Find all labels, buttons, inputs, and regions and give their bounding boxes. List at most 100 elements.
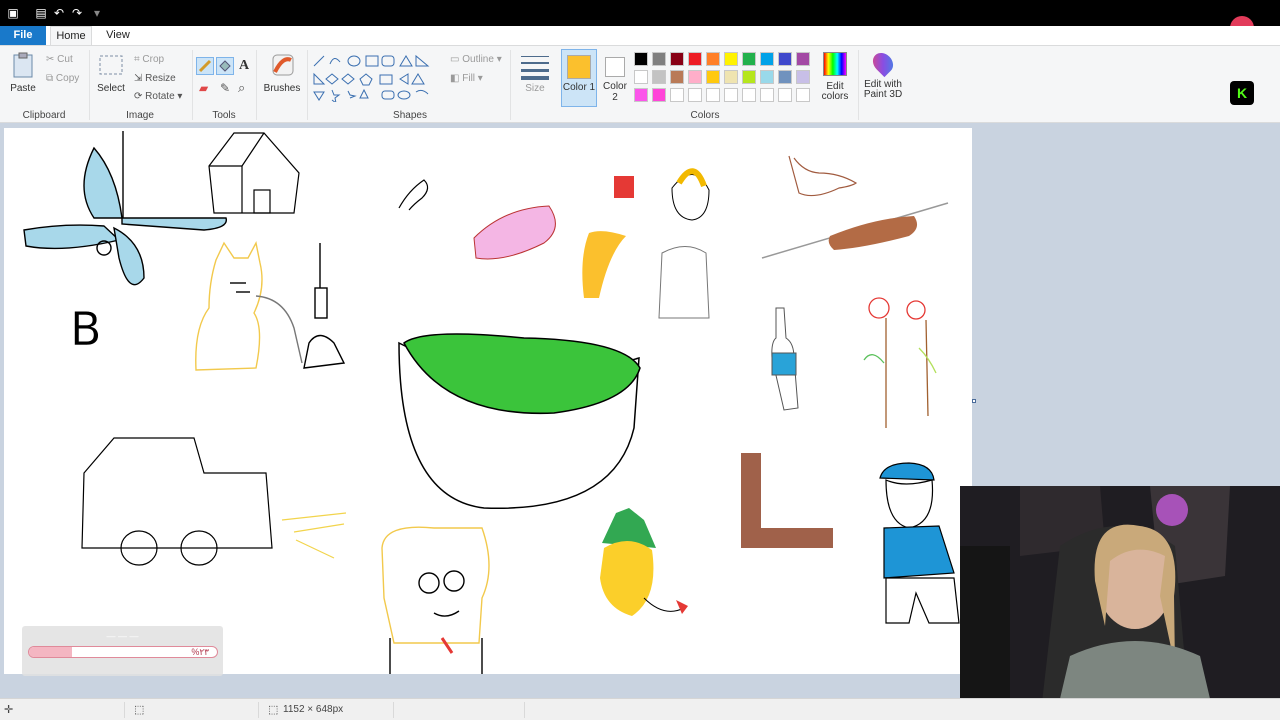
fill-label: Fill xyxy=(462,73,476,84)
palette-swatch[interactable] xyxy=(742,88,756,102)
palette-swatch[interactable] xyxy=(796,70,810,84)
eraser-tool-icon[interactable]: ▰ xyxy=(199,81,208,95)
tab-home[interactable]: Home xyxy=(50,26,92,45)
palette-swatch[interactable] xyxy=(634,70,648,84)
palette-swatch[interactable] xyxy=(760,70,774,84)
divider xyxy=(192,50,193,120)
palette-swatch[interactable] xyxy=(688,52,702,66)
brush-icon xyxy=(272,54,294,76)
palette-swatch[interactable] xyxy=(706,52,720,66)
progress-fill xyxy=(29,647,73,657)
divider xyxy=(124,702,125,718)
redo-icon[interactable]: ↷ xyxy=(70,6,84,20)
resize-label: Resize xyxy=(145,73,176,84)
tools-group-label: Tools xyxy=(212,110,236,121)
palette-swatch[interactable] xyxy=(670,88,684,102)
edit-with-paint3d-button[interactable]: Edit with Paint 3D xyxy=(860,48,906,100)
color1-swatch xyxy=(567,55,591,79)
red-jar-drawing xyxy=(614,176,634,198)
color1-button[interactable]: Color 1 xyxy=(561,49,597,107)
palette-swatch[interactable] xyxy=(742,52,756,66)
resize-button[interactable]: ⇲ Resize xyxy=(134,73,176,84)
text-tool[interactable]: A xyxy=(239,58,249,74)
undo-icon[interactable]: ↶ xyxy=(52,6,66,20)
copy-label: Copy xyxy=(55,73,80,84)
rotate-button[interactable]: ⟳ Rotate ▾ xyxy=(134,91,182,102)
pencil-tool[interactable] xyxy=(196,57,214,75)
drawings: B xyxy=(23,131,960,674)
ribbon-tabs: File Home View xyxy=(0,26,1280,45)
shapes-group-label: Shapes xyxy=(393,110,427,121)
palette-swatch[interactable] xyxy=(778,88,792,102)
color-wheel-icon xyxy=(823,52,847,76)
canvas-resize-handle[interactable] xyxy=(972,399,976,403)
palette-swatch[interactable] xyxy=(706,88,720,102)
clipboard-group-label: Clipboard xyxy=(22,110,66,121)
cut-button[interactable]: ✂ Cut xyxy=(46,54,73,65)
palette-swatch[interactable] xyxy=(634,52,648,66)
palette-swatch[interactable] xyxy=(760,52,774,66)
copy-button[interactable]: ⧉ Copy xyxy=(46,73,79,84)
keychain-drawing xyxy=(398,179,429,211)
shape-fill-button[interactable]: ◧ Fill ▾ xyxy=(450,73,483,84)
donation-progress-widget: — — — %۲۳ xyxy=(22,626,223,676)
color1-label: Color 1 xyxy=(562,82,596,93)
crop-label: Crop xyxy=(142,54,165,65)
color2-button[interactable]: Color 2 xyxy=(599,49,631,107)
quick-access-dropdown-icon[interactable]: ▾ xyxy=(90,6,104,20)
select-button[interactable]: Select xyxy=(96,52,126,94)
selection-size-icon: ⬚ xyxy=(134,704,145,716)
palette-swatch[interactable] xyxy=(652,88,666,102)
palette-swatch[interactable] xyxy=(724,88,738,102)
palette-swatch[interactable] xyxy=(652,70,666,84)
fill-bucket-icon xyxy=(219,60,231,72)
magnifier-icon[interactable]: ⌕ xyxy=(238,80,245,96)
colors-group-label: Colors xyxy=(690,110,720,121)
edit-colors-button[interactable]: Edit colors xyxy=(817,52,853,102)
banana-drawing xyxy=(582,231,626,298)
palette-swatch[interactable] xyxy=(796,52,810,66)
brushes-button[interactable]: Brushes xyxy=(262,52,302,94)
palette-swatch[interactable] xyxy=(706,70,720,84)
roses-drawing xyxy=(863,297,937,428)
cut-label: Cut xyxy=(57,54,73,65)
car-drawing xyxy=(81,437,273,566)
palette-swatch[interactable] xyxy=(778,52,792,66)
divider xyxy=(256,50,257,120)
palette-swatch[interactable] xyxy=(670,70,684,84)
select-label: Select xyxy=(97,83,125,94)
divider xyxy=(858,50,859,120)
palette-swatch[interactable] xyxy=(778,70,792,84)
color2-label: Color 2 xyxy=(603,81,627,103)
palette-swatch[interactable] xyxy=(760,88,774,102)
palette-swatch[interactable] xyxy=(724,52,738,66)
color-picker-icon[interactable]: ✎ xyxy=(220,81,230,95)
divider xyxy=(307,50,308,120)
palette-swatch[interactable] xyxy=(634,88,648,102)
kick-logo-icon: K xyxy=(1230,81,1254,105)
title-bar: ▣ ▤ ↶ ↷ ▾ ⌃ xyxy=(0,0,1280,42)
divider xyxy=(393,702,394,718)
paint3d-label: Edit with Paint 3D xyxy=(863,79,903,100)
palette-swatch[interactable] xyxy=(688,88,702,102)
noodle-bowl-drawing xyxy=(671,168,710,221)
tab-view[interactable]: View xyxy=(96,26,140,45)
palette-swatch[interactable] xyxy=(652,52,666,66)
canvas-size-icon: ⬚ xyxy=(268,704,279,716)
tab-file[interactable]: File xyxy=(0,26,46,45)
drawing-canvas[interactable]: B xyxy=(4,128,972,674)
palette-swatch[interactable] xyxy=(796,88,810,102)
shape-outline-button[interactable]: ▭ Outline ▾ xyxy=(450,54,502,65)
crop-button[interactable]: ⌗ Crop xyxy=(134,54,164,65)
size-button[interactable]: Size xyxy=(516,52,554,94)
palette-swatch[interactable] xyxy=(670,52,684,66)
palette-swatch[interactable] xyxy=(742,70,756,84)
palette-swatch[interactable] xyxy=(724,70,738,84)
sponge-drawing xyxy=(381,526,490,674)
save-icon[interactable]: ▤ xyxy=(34,6,48,20)
paste-button[interactable]: Paste xyxy=(8,52,38,94)
palette-swatch[interactable] xyxy=(688,70,702,84)
rotate-label: Rotate xyxy=(145,91,175,102)
shapes-gallery[interactable] xyxy=(312,54,442,102)
fill-tool[interactable] xyxy=(216,57,234,75)
